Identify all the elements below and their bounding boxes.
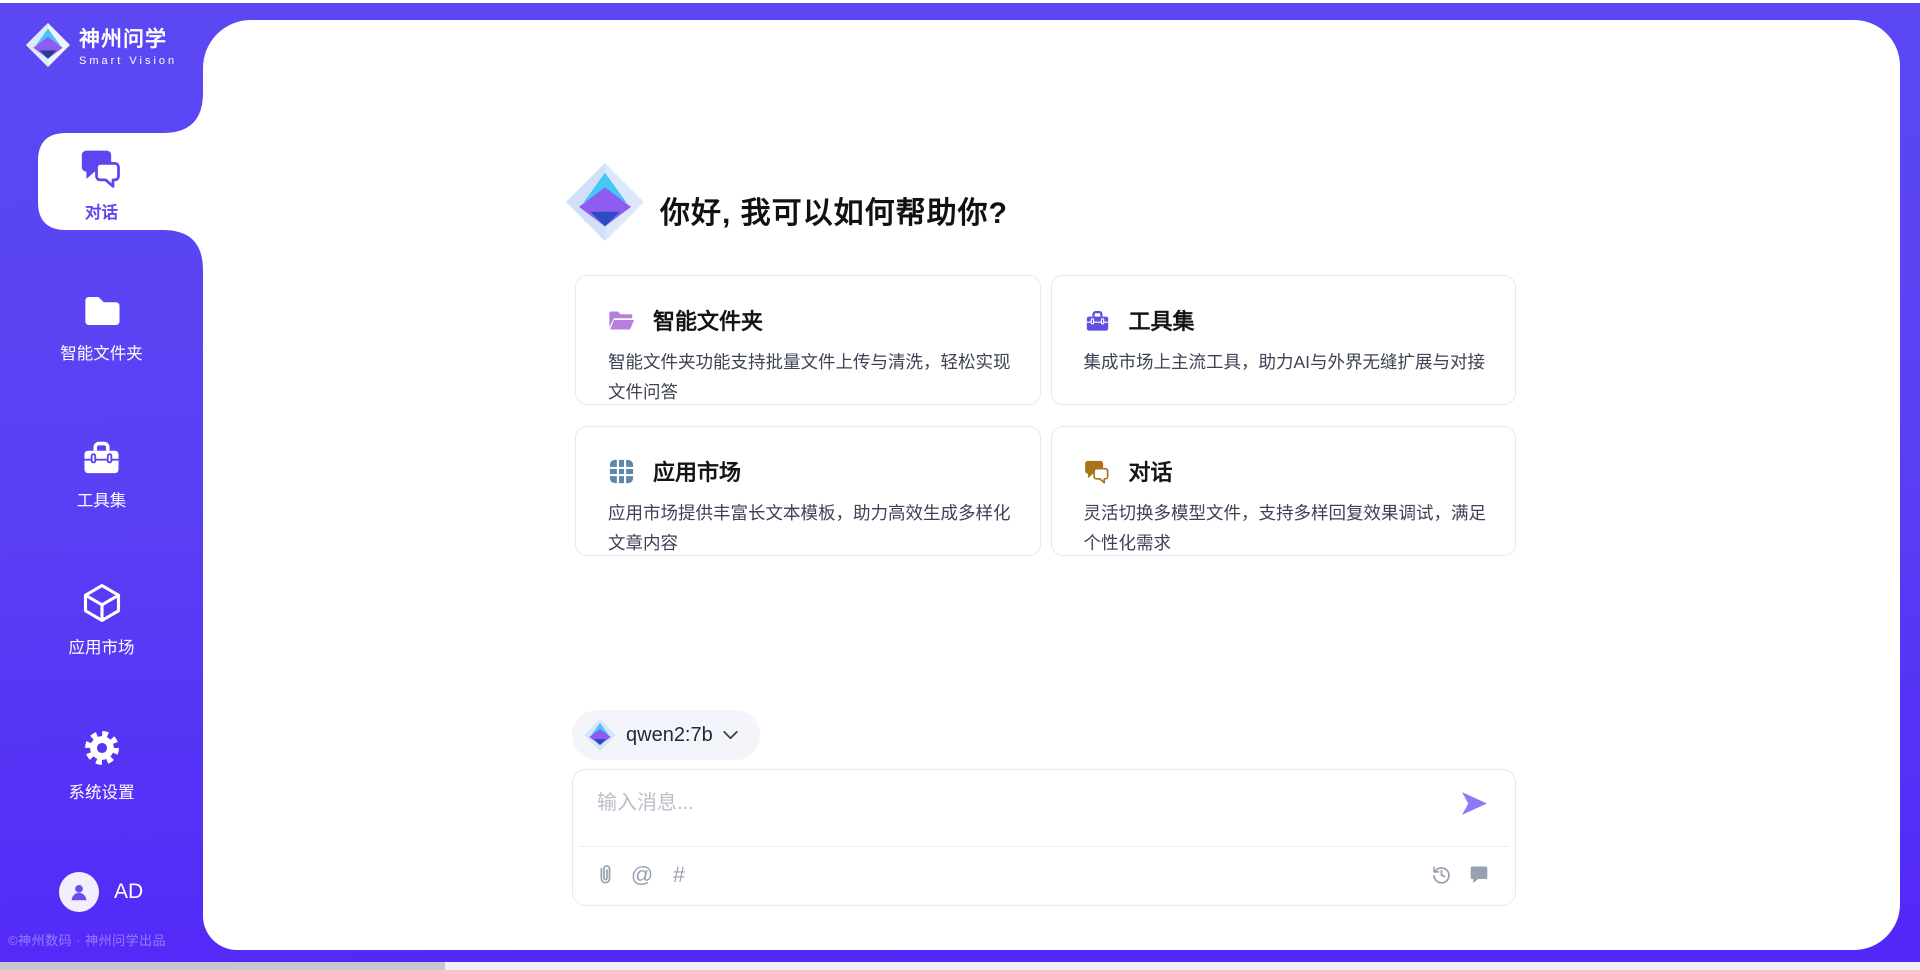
gem-model-icon [584,719,616,751]
grid-icon [608,458,635,485]
card-description: 灵活切换多模型文件，支持多样回复效果调试，满足个性化需求 [1084,498,1490,558]
card-description: 集成市场上主流工具，助力AI与外界无缝扩展与对接 [1084,347,1490,377]
folder-open-icon [608,307,635,334]
greeting-gem-icon [566,162,644,242]
sidebar-item-settings[interactable]: 系统设置 [0,726,203,803]
app-window: 神州问学 Smart Vision 对话 智能文件夹 [0,0,1920,970]
sidebar-item-chat[interactable]: 对话 [0,146,203,223]
chat-icon [80,146,124,190]
cube-icon [80,581,124,625]
attach-button[interactable] [593,863,617,887]
folder-icon [81,291,123,331]
card-title: 应用市场 [653,455,741,487]
chat-bubble-icon [1469,864,1489,884]
card-app-market[interactable]: 应用市场 应用市场提供丰富长文本模板，助力高效生成多样化文章内容 [575,426,1041,556]
user-initials: AD [114,880,143,904]
sidebar-item-toolset[interactable]: 工具集 [0,436,203,511]
greeting-title: 你好, 我可以如何帮助你? [660,188,1008,232]
card-toolset[interactable]: 工具集 集成市场上主流工具，助力AI与外界无缝扩展与对接 [1051,275,1517,405]
card-title: 对话 [1129,455,1173,487]
chevron-down-icon [723,731,738,740]
topic-button[interactable]: # [667,863,691,887]
toolbox-icon [80,436,123,478]
gem-logo-icon [26,23,70,67]
person-icon [68,881,90,903]
card-description: 应用市场提供丰富长文本模板，助力高效生成多样化文章内容 [608,498,1014,558]
paperclip-icon [596,864,614,886]
sidebar-item-smart-folder[interactable]: 智能文件夹 [0,291,203,364]
card-title: 智能文件夹 [653,304,763,336]
sidebar: 神州问学 Smart Vision 对话 智能文件夹 [0,0,203,970]
send-button[interactable] [1461,790,1489,816]
sidebar-item-app-market[interactable]: 应用市场 [0,581,203,658]
brand-name-en: Smart Vision [79,55,177,67]
composer-divider [579,846,1509,847]
top-divider [0,0,1920,3]
user-account[interactable]: AD [59,872,143,912]
feedback-button[interactable] [1467,862,1491,886]
model-name: qwen2:7b [626,724,713,747]
avatar [59,872,99,912]
toolbox-icon [1084,307,1111,334]
card-chat[interactable]: 对话 灵活切换多模型文件，支持多样回复效果调试，满足个性化需求 [1051,426,1517,556]
card-description: 智能文件夹功能支持批量文件上传与清洗，轻松实现文件问答 [608,347,1014,407]
card-smart-folder[interactable]: 智能文件夹 智能文件夹功能支持批量文件上传与清洗，轻松实现文件问答 [575,275,1041,405]
copyright-footer: ©神州数码 · 神州问学出品 [8,930,203,949]
scrollbar-thumb[interactable] [0,962,445,970]
sidebar-item-label: 系统设置 [69,779,135,803]
feature-cards: 智能文件夹 智能文件夹功能支持批量文件上传与清洗，轻松实现文件问答 工具集 集成… [575,275,1516,556]
brand-name-cn: 神州问学 [79,23,177,53]
mention-button[interactable]: @ [630,863,654,887]
sidebar-item-label: 应用市场 [69,634,135,658]
message-input[interactable] [597,786,1417,820]
send-icon [1461,791,1488,816]
horizontal-scrollbar [0,962,1920,970]
history-button[interactable] [1429,862,1453,886]
chat-icon [1084,458,1111,485]
brand-logo: 神州问学 Smart Vision [26,23,177,67]
sidebar-item-label: 工具集 [77,487,127,511]
sidebar-item-label: 对话 [85,199,118,223]
card-title: 工具集 [1129,304,1195,336]
history-clock-icon [1431,864,1452,885]
sidebar-item-label: 智能文件夹 [60,340,143,364]
message-composer: @ # [572,769,1516,906]
gear-icon [80,726,124,770]
model-selector[interactable]: qwen2:7b [572,710,760,760]
